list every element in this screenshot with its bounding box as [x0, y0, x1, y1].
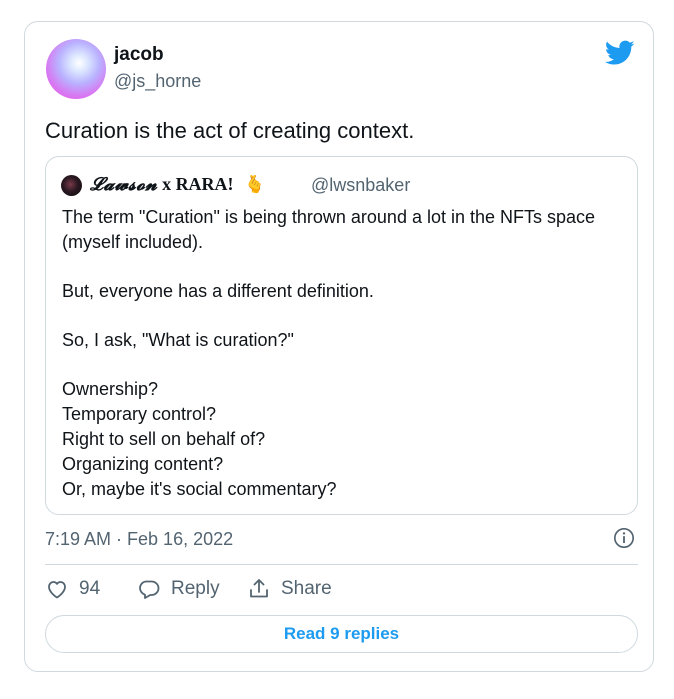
like-button[interactable]: 94	[45, 577, 100, 601]
quoted-text-line: Right to sell on behalf of?	[62, 429, 266, 449]
quoted-paragraph: But, everyone has a different definition…	[62, 279, 627, 304]
quoted-paragraph: So, I ask, "What is curation?"	[62, 328, 627, 353]
read-replies-button[interactable]: Read 9 replies	[45, 615, 638, 653]
quoted-tweet-text: The term "Curation" is being thrown arou…	[62, 205, 627, 502]
tweet-timestamp[interactable]: 7:19 AM · Feb 16, 2022	[45, 529, 233, 550]
share-button[interactable]: Share	[247, 577, 332, 601]
author-name[interactable]: jacob	[114, 44, 164, 66]
reply-icon	[139, 580, 160, 599]
share-label: Share	[281, 578, 332, 599]
like-count: 94	[79, 578, 101, 599]
quoted-author-handle[interactable]: @lwsnbaker	[311, 175, 410, 196]
quoted-text-line: Temporary control?	[62, 404, 217, 424]
quoted-author-emoji: 🫰	[244, 175, 266, 195]
info-icon[interactable]	[613, 527, 635, 549]
divider	[45, 564, 638, 565]
quoted-tweet[interactable]: 𝓛𝓪𝔀𝓼𝓸𝓷 x RARA! 🫰 @lwsnbaker The term "Cu…	[45, 156, 638, 515]
quoted-text-line: Organizing content?	[62, 454, 224, 474]
quoted-author-name-script: 𝓛𝓪𝔀𝓼𝓸𝓷	[90, 174, 158, 194]
reply-label: Reply	[171, 578, 220, 599]
quoted-author-name-rest: x RARA!	[162, 174, 234, 194]
author-handle[interactable]: @js_horne	[114, 71, 201, 92]
quoted-text-line: Ownership?	[62, 379, 159, 399]
share-icon	[250, 579, 268, 598]
quoted-text-line: The term "Curation" is being thrown arou…	[62, 207, 596, 227]
quoted-paragraph: Ownership? Temporary control? Right to sel…	[62, 377, 627, 502]
twitter-bird-icon[interactable]	[605, 40, 635, 66]
tweet-card: jacob @js_horne Curation is the act of c…	[24, 21, 654, 672]
quoted-text-line: So, I ask, "What is curation?"	[62, 330, 294, 350]
avatar[interactable]	[46, 39, 106, 99]
quoted-text-line: (myself included).	[62, 232, 204, 252]
quoted-text-line: Or, maybe it's social commentary?	[62, 479, 337, 499]
quoted-paragraph: The term "Curation" is being thrown arou…	[62, 205, 627, 255]
tweet-text: Curation is the act of creating context.	[45, 118, 415, 143]
quoted-author-name[interactable]: 𝓛𝓪𝔀𝓼𝓸𝓷 x RARA! 🫰	[90, 174, 265, 195]
quoted-text-line: But, everyone has a different definition…	[62, 281, 374, 301]
heart-icon	[48, 581, 66, 599]
reply-button[interactable]: Reply	[137, 577, 220, 601]
quoted-avatar[interactable]	[61, 175, 82, 196]
